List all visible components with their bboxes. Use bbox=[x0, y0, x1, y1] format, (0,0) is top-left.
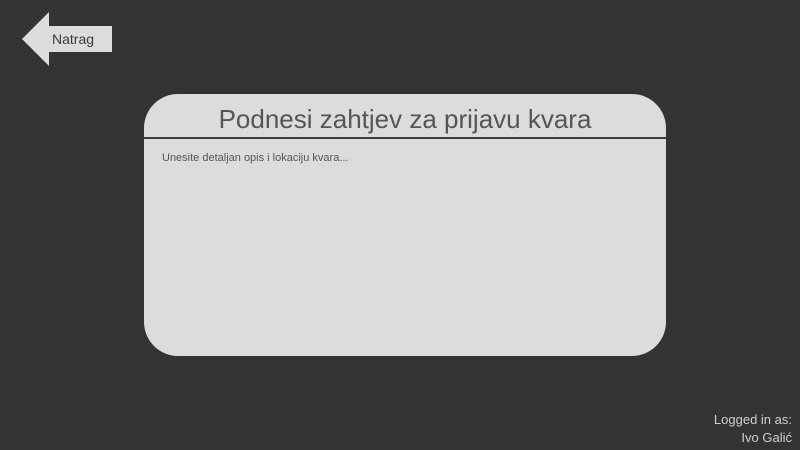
logged-in-user-info: Logged in as: Ivo Galić bbox=[714, 411, 792, 447]
fault-description-input[interactable] bbox=[156, 148, 652, 338]
logged-in-label: Logged in as: bbox=[713, 412, 792, 427]
logged-in-username: Ivo Galić bbox=[741, 430, 792, 445]
back-button[interactable]: Natrag bbox=[22, 12, 112, 66]
page-title: Podnesi zahtjev za prijavu kvara bbox=[218, 104, 592, 134]
back-button-label: Natrag bbox=[52, 31, 95, 47]
title-divider bbox=[144, 137, 666, 139]
fault-report-card: Podnesi zahtjev za prijavu kvara bbox=[144, 94, 666, 356]
